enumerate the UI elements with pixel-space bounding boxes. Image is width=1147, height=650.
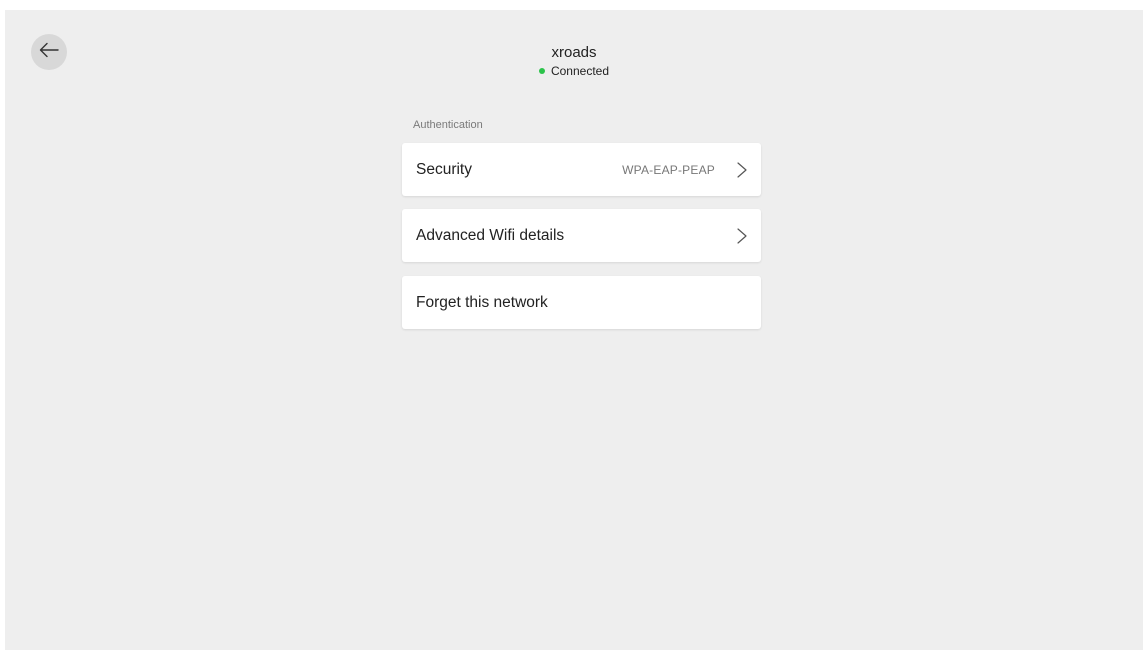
security-value: WPA-EAP-PEAP bbox=[622, 162, 715, 177]
wifi-network-details-screen: xroads Connected Authentication Security… bbox=[5, 10, 1143, 650]
status-text: Connected bbox=[550, 64, 610, 78]
forget-network-label: Forget this network bbox=[416, 293, 548, 311]
connection-status: Connected bbox=[5, 64, 1143, 78]
security-label: Security bbox=[416, 160, 472, 178]
status-dot-icon bbox=[538, 68, 545, 74]
network-name: xroads bbox=[551, 44, 597, 61]
forget-network-row[interactable]: Forget this network bbox=[402, 276, 761, 329]
section-label-authentication: Authentication bbox=[413, 119, 483, 131]
advanced-wifi-details-label: Advanced Wifi details bbox=[416, 226, 565, 244]
network-header: xroads Connected bbox=[5, 43, 1143, 78]
security-row[interactable]: Security WPA-EAP-PEAP bbox=[402, 143, 761, 196]
advanced-wifi-details-row[interactable]: Advanced Wifi details bbox=[402, 209, 761, 262]
chevron-right-icon bbox=[735, 160, 749, 180]
chevron-right-icon bbox=[735, 226, 749, 246]
